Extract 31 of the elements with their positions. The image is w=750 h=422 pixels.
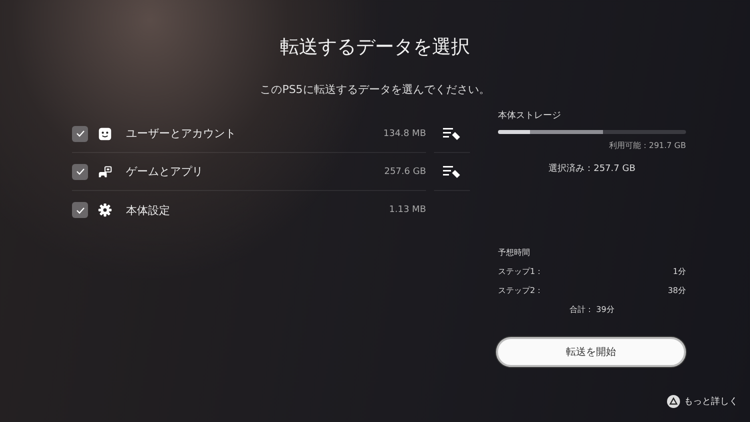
item-size: 1.13 MB (389, 205, 426, 215)
checkmark-icon (76, 130, 84, 137)
instruction-text: このPS5に転送するデータを選んでください。 (259, 82, 491, 97)
item-label: ユーザーとアカウント (126, 126, 236, 141)
estimate-title: 予想時間 (498, 247, 531, 258)
step-label: ステップ1： (498, 266, 544, 277)
item-label: 本体設定 (126, 202, 170, 218)
start-transfer-button[interactable]: 転送を開始 (496, 337, 686, 367)
selected-size: 選択済み：257.7 GB (548, 162, 636, 175)
list-edit-icon[interactable] (443, 126, 461, 140)
step-label: ステップ2： (498, 285, 544, 296)
list-edit-icon[interactable] (443, 164, 461, 178)
storage-title: 本体ストレージ (498, 110, 562, 122)
item-size: 134.8 MB (383, 128, 426, 138)
item-label: ゲームとアプリ (126, 164, 203, 179)
available-space: 利用可能：291.7 GB (608, 140, 686, 151)
gamepad-icon (98, 164, 112, 178)
face-icon (98, 126, 112, 140)
checkbox[interactable] (72, 202, 88, 218)
checkmark-icon (76, 168, 84, 175)
item-size: 257.6 GB (384, 166, 426, 176)
more-info-link[interactable]: もっと詳しく (684, 395, 738, 408)
checkbox[interactable] (72, 126, 88, 142)
triangle-button-icon (667, 395, 680, 408)
total-time: 合計： 39分 (568, 304, 616, 315)
checkmark-icon (76, 206, 84, 214)
gear-icon (98, 203, 112, 217)
step-time: 1分 (672, 266, 686, 277)
page-title: 転送するデータを選択 (279, 35, 471, 60)
step-time: 38分 (668, 285, 686, 296)
checkbox[interactable] (72, 164, 88, 180)
